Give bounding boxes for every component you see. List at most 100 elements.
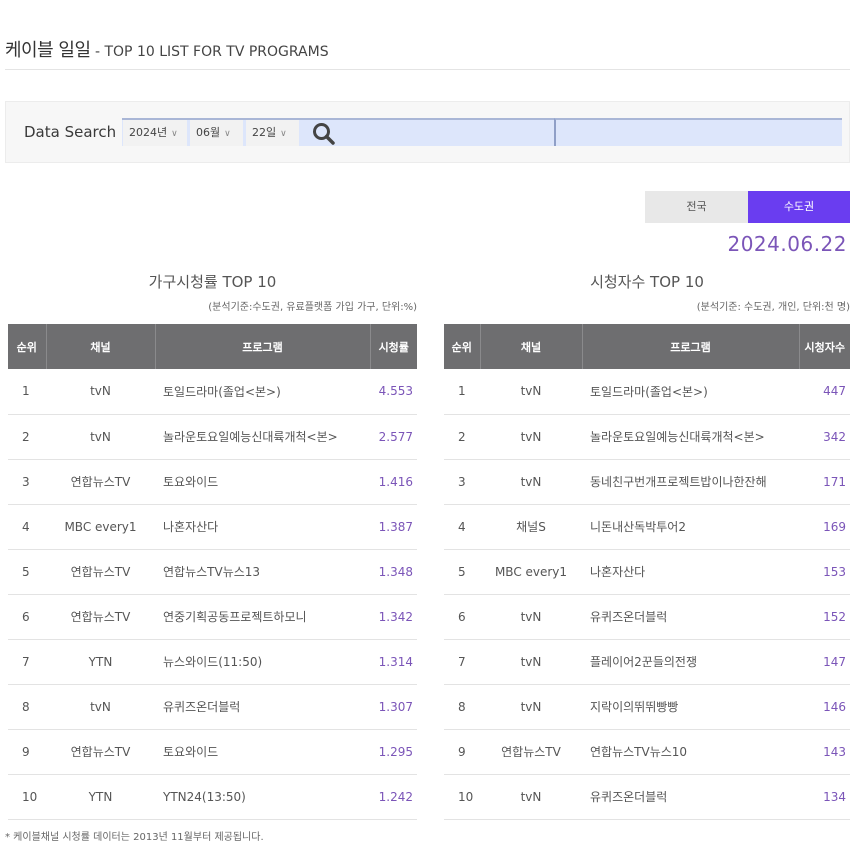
rank-cell: 3 xyxy=(8,459,46,505)
value-cell: 342 xyxy=(799,414,850,460)
value-cell: 1.416 xyxy=(370,459,417,505)
value-cell: 1.348 xyxy=(370,549,417,595)
tab-nationwide[interactable]: 전국 xyxy=(645,191,748,223)
table-row: 5 연합뉴스TV 연합뉴스TV뉴스13 1.348 xyxy=(8,549,417,595)
channel-cell: 연합뉴스TV xyxy=(480,729,582,775)
column-header-channel: 채널 xyxy=(46,324,156,369)
table-row: 1 tvN 토일드라마(졸업<본>) 4.553 xyxy=(8,369,417,415)
column-header-viewers: 시청자수 xyxy=(799,324,850,369)
table-row: 2 tvN 놀라운토요일예능신대륙개척<본> 342 xyxy=(444,414,850,460)
region-tabs: 전국 수도권 xyxy=(645,191,850,223)
selected-date: 2024.06.22 xyxy=(727,232,847,256)
viewers-table: 순위 채널 프로그램 시청자수 1 tvN 토일드라마(졸업<본>) 447 2 tvN 놀… xyxy=(444,324,850,820)
table-row: 8 tvN 지락이의뛰뛰빵빵 146 xyxy=(444,684,850,730)
value-cell: 134 xyxy=(799,774,850,820)
value-cell: 171 xyxy=(799,459,850,505)
channel-cell: tvN xyxy=(480,684,582,730)
table-row: 2 tvN 놀라운토요일예능신대륙개척<본> 2.577 xyxy=(8,414,417,460)
tab-capital-area[interactable]: 수도권 xyxy=(748,191,850,223)
household-ratings-table: 순위 채널 프로그램 시청률 1 tvN 토일드라마(졸업<본>) 4.553 2 tvN… xyxy=(8,324,417,820)
chevron-down-icon: ∨ xyxy=(280,129,287,139)
program-cell: YTN24(13:50) xyxy=(155,774,370,820)
program-cell: 토요와이드 xyxy=(155,729,370,775)
table-row: 4 MBC every1 나혼자산다 1.387 xyxy=(8,504,417,550)
channel-cell: 채널S xyxy=(480,504,582,550)
column-header-rank: 순위 xyxy=(8,324,47,369)
value-cell: 1.387 xyxy=(370,504,417,550)
channel-cell: tvN xyxy=(480,774,582,820)
rank-cell: 1 xyxy=(8,369,46,415)
value-cell: 169 xyxy=(799,504,850,550)
search-input-secondary[interactable] xyxy=(554,118,842,146)
panel-note: (분석기준:수도권, 유료플랫폼 가입 가구, 단위:%) xyxy=(208,302,417,313)
value-cell: 153 xyxy=(799,549,850,595)
month-value: 06월 xyxy=(196,126,221,139)
channel-cell: 연합뉴스TV xyxy=(46,594,155,640)
table-row: 7 tvN 플레이어2꾼들의전쟁 147 xyxy=(444,639,850,685)
rank-cell: 7 xyxy=(8,639,46,685)
rank-cell: 3 xyxy=(444,459,480,505)
channel-cell: tvN xyxy=(480,594,582,640)
page-title: 케이블 일일 xyxy=(5,40,91,61)
column-header-channel: 채널 xyxy=(480,324,583,369)
rank-cell: 2 xyxy=(8,414,46,460)
channel-cell: 연합뉴스TV xyxy=(46,729,155,775)
value-cell: 2.577 xyxy=(370,414,417,460)
value-cell: 1.295 xyxy=(370,729,417,775)
program-cell: 유퀴즈온더블럭 xyxy=(582,594,799,640)
program-cell: 연중기획공동프로젝트하모니 xyxy=(155,594,370,640)
channel-cell: tvN xyxy=(46,369,155,415)
channel-cell: YTN xyxy=(46,774,155,820)
table-row: 9 연합뉴스TV 토요와이드 1.295 xyxy=(8,729,417,775)
program-cell: 토요와이드 xyxy=(155,459,370,505)
rank-cell: 8 xyxy=(444,684,480,730)
table-row: 6 연합뉴스TV 연중기획공동프로젝트하모니 1.342 xyxy=(8,594,417,640)
program-cell: 놀라운토요일예능신대륙개척<본> xyxy=(582,414,799,460)
table-header-row: 순위 채널 프로그램 시청자수 xyxy=(444,324,850,369)
rank-cell: 4 xyxy=(8,504,46,550)
channel-cell: YTN xyxy=(46,639,155,685)
chevron-down-icon: ∨ xyxy=(224,129,231,139)
search-icon[interactable] xyxy=(311,121,337,147)
program-cell: 지락이의뛰뛰빵빵 xyxy=(582,684,799,730)
table-row: 1 tvN 토일드라마(졸업<본>) 447 xyxy=(444,369,850,415)
program-cell: 플레이어2꾼들의전쟁 xyxy=(582,639,799,685)
table-row: 3 tvN 동네친구번개프로젝트밥이나한잔해 171 xyxy=(444,459,850,505)
search-label: Data Search xyxy=(24,123,117,141)
table-row: 5 MBC every1 나혼자산다 153 xyxy=(444,549,850,595)
value-cell: 1.342 xyxy=(370,594,417,640)
month-select[interactable]: 06월 ∨ xyxy=(190,120,243,146)
data-search-panel: Data Search 2024년 ∨ 06월 ∨ 22일 ∨ xyxy=(5,101,850,163)
column-header-rank: 순위 xyxy=(444,324,481,369)
rank-cell: 1 xyxy=(444,369,480,415)
rank-cell: 10 xyxy=(8,774,46,820)
rank-cell: 8 xyxy=(8,684,46,730)
rank-cell: 5 xyxy=(8,549,46,595)
table-header-row: 순위 채널 프로그램 시청률 xyxy=(8,324,417,369)
day-select[interactable]: 22일 ∨ xyxy=(246,120,299,146)
value-cell: 143 xyxy=(799,729,850,775)
channel-cell: tvN xyxy=(46,414,155,460)
household-ratings-panel: 가구시청률 TOP 10 (분석기준:수도권, 유료플랫폼 가입 가구, 단위:… xyxy=(8,270,417,820)
rank-cell: 2 xyxy=(444,414,480,460)
program-cell: 유퀴즈온더블럭 xyxy=(155,684,370,730)
table-row: 7 YTN 뉴스와이드(11:50) 1.314 xyxy=(8,639,417,685)
footnote: * 케이블채널 시청률 데이터는 2013년 11월부터 제공됩니다. xyxy=(5,832,264,843)
program-cell: 토일드라마(졸업<본>) xyxy=(155,369,370,415)
rank-cell: 5 xyxy=(444,549,480,595)
program-cell: 연합뉴스TV뉴스10 xyxy=(582,729,799,775)
program-cell: 나혼자산다 xyxy=(155,504,370,550)
page-header: 케이블 일일 - TOP 10 LIST FOR TV PROGRAMS xyxy=(5,36,850,70)
year-select[interactable]: 2024년 ∨ xyxy=(123,120,187,146)
day-value: 22일 xyxy=(252,126,277,139)
table-row: 6 tvN 유퀴즈온더블럭 152 xyxy=(444,594,850,640)
channel-cell: tvN xyxy=(46,684,155,730)
value-cell: 147 xyxy=(799,639,850,685)
channel-cell: MBC every1 xyxy=(480,549,582,595)
chevron-down-icon: ∨ xyxy=(171,129,178,139)
panel-note: (분석기준: 수도권, 개인, 단위:천 명) xyxy=(696,302,850,313)
table-row: 8 tvN 유퀴즈온더블럭 1.307 xyxy=(8,684,417,730)
value-cell: 1.307 xyxy=(370,684,417,730)
rank-cell: 6 xyxy=(8,594,46,640)
channel-cell: 연합뉴스TV xyxy=(46,549,155,595)
